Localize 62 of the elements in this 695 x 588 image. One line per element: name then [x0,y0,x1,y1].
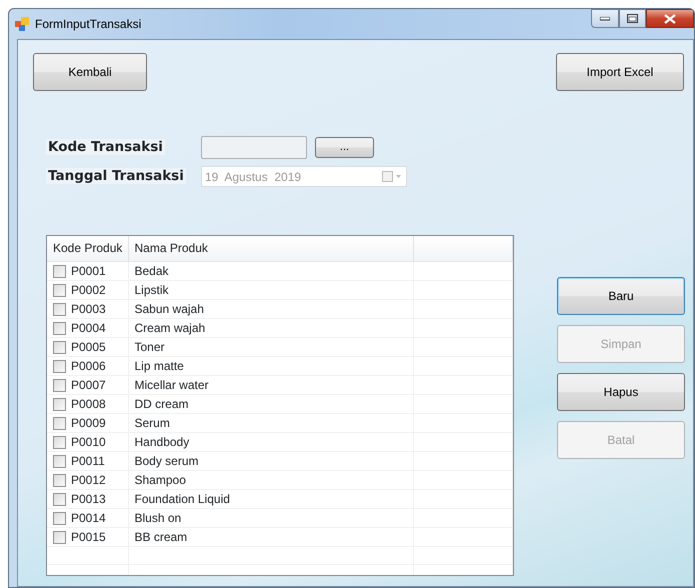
row-checkbox[interactable] [53,378,66,392]
row-checkbox[interactable] [53,340,66,354]
kode-cell: P0011 [71,454,105,468]
kode-cell: P0006 [71,358,106,372]
kode-cell: P0009 [71,416,106,430]
row-checkbox[interactable] [53,264,66,278]
maximize-button[interactable] [619,9,646,28]
field-label: Kode Transaksi [46,139,165,156]
kode-cell: P0010 [71,434,106,448]
nama-cell: Sabun wajah [128,299,413,318]
kode-cell: P0007 [71,378,106,392]
row-checkbox[interactable] [53,474,66,487]
maximize-icon [627,14,638,23]
row-checkbox[interactable] [53,360,66,373]
app-icon [15,17,29,31]
kode-cell: P0014 [71,510,106,524]
nama-cell: Foundation Liquid [128,489,413,508]
action-button[interactable]: Baru [557,277,685,315]
row-checkbox[interactable] [53,512,66,525]
row-checkbox[interactable] [53,436,66,449]
close-button[interactable] [646,9,694,28]
column-header[interactable]: Nama Produk [128,236,413,261]
kode-cell: P0015 [71,530,106,544]
nama-cell: Toner [128,337,413,356]
nama-cell: BB cream [128,527,413,546]
column-header[interactable]: Kode Produk [47,236,128,261]
nama-cell: Cream wajah [128,318,413,337]
row-checkbox[interactable] [53,416,66,430]
nama-cell: Shampoo [128,470,413,489]
minimize-icon [600,16,610,20]
field-label: Tanggal Transaksi [46,168,186,184]
nama-cell: Serum [128,413,413,432]
nama-cell: Lipstik [128,280,413,299]
kode-cell: P0003 [71,302,106,316]
import-button[interactable]: Import Excel [556,53,684,91]
kode-cell: P0002 [71,282,106,296]
kode-cell: P0012 [71,472,106,486]
calendar-icon [382,171,402,182]
nama-cell: Handbody [128,432,413,451]
back-button[interactable]: Kembali [33,53,147,91]
kode-cell: P0008 [71,396,106,410]
kode-cell: P0001 [71,264,106,278]
action-button[interactable]: Hapus [557,373,685,411]
nama-cell: Blush on [128,508,413,527]
nama-cell: Micellar water [128,375,413,394]
nama-cell: Body serum [128,451,413,470]
window-title: FormInputTransaksi [35,16,142,33]
row-checkbox[interactable] [53,530,66,544]
nama-cell: Lip matte [128,356,413,375]
row-checkbox[interactable] [53,284,66,297]
kode-cell: P0013 [71,492,106,506]
minimize-button[interactable] [591,9,619,28]
row-checkbox[interactable] [53,302,66,316]
kode-cell: P0004 [71,320,106,334]
row-checkbox[interactable] [53,398,66,411]
row-checkbox[interactable] [53,322,66,335]
kode-cell: P0005 [71,340,106,354]
nama-cell: DD cream [128,394,413,413]
close-icon [664,14,676,24]
row-checkbox[interactable] [53,492,66,506]
nama-cell: Bedak [128,261,413,280]
row-checkbox[interactable] [53,454,66,468]
